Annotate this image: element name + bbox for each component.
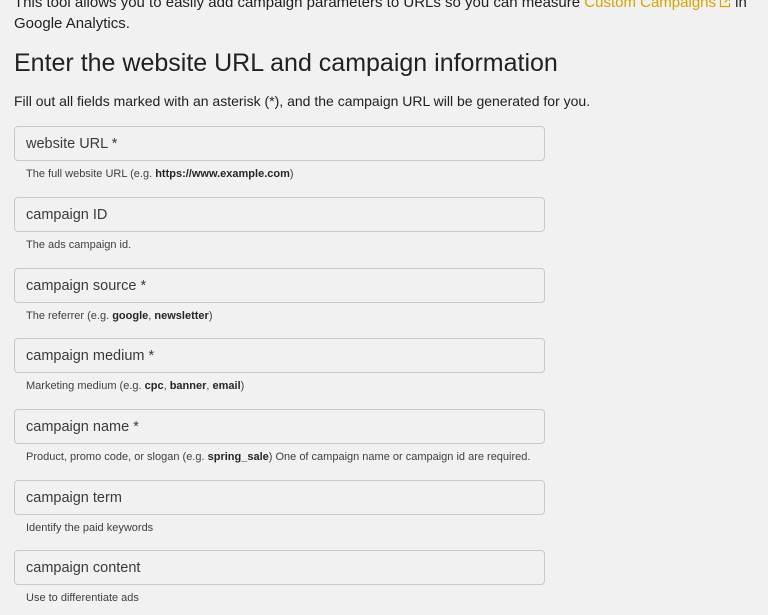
helper-text-part: The referrer (e.g. — [26, 310, 113, 322]
helper-text-part: ) — [208, 310, 213, 322]
form-instructions: Fill out all fields marked with an aster… — [14, 93, 591, 109]
helper-text-part: newsletter — [154, 310, 209, 322]
website-url-input[interactable]: website URL * — [14, 126, 545, 161]
campaign-id-helper-text: The ads campaign id. — [14, 237, 545, 253]
campaign-id-input[interactable]: campaign ID — [14, 197, 545, 232]
helper-text-part: google — [112, 310, 149, 322]
intro-text-before: This tool allows you to easily add campa… — [14, 0, 585, 11]
campaign-medium-label[interactable]: campaign medium * — [26, 348, 154, 364]
helper-text-part: Marketing medium (e.g. — [26, 380, 145, 392]
campaign-name-field-group: campaign name * Product, promo code, or s… — [14, 409, 545, 465]
external-link-icon[interactable] — [719, 0, 731, 8]
campaign-medium-helper-text: Marketing medium (e.g. cpc, banner, emai… — [14, 378, 545, 394]
helper-text-part: banner — [169, 380, 207, 392]
campaign-medium-input[interactable]: campaign medium * — [14, 338, 545, 373]
helper-text-part: The full website URL (e.g. — [26, 168, 156, 180]
campaign-source-helper-text: The referrer (e.g. google, newsletter) — [14, 308, 545, 324]
campaign-content-label[interactable]: campaign content — [26, 560, 140, 576]
website-url-label[interactable]: website URL * — [26, 136, 117, 152]
campaign-content-input[interactable]: campaign content — [14, 550, 545, 585]
helper-text-part: ) — [289, 168, 294, 180]
campaign-id-label[interactable]: campaign ID — [26, 207, 107, 223]
custom-campaigns-link-label[interactable]: Custom Campaigns — [584, 0, 716, 11]
page-title: Enter the website URL and campaign infor… — [14, 49, 558, 77]
campaign-term-label[interactable]: campaign term — [26, 490, 122, 506]
helper-text-part: The ads campaign id. — [26, 239, 132, 251]
helper-text-part: email — [212, 380, 241, 392]
website-url-helper-text: The full website URL (e.g. https://www.e… — [14, 166, 545, 182]
helper-text-part: ) One of campaign name or campaign id ar… — [268, 451, 531, 463]
campaign-name-label[interactable]: campaign name * — [26, 419, 139, 435]
campaign-source-input[interactable]: campaign source * — [14, 268, 545, 303]
campaign-source-label[interactable]: campaign source * — [26, 278, 146, 294]
campaign-medium-field-group: campaign medium * Marketing medium (e.g. … — [14, 338, 545, 394]
helper-text-part: ) — [240, 380, 245, 392]
campaign-content-field-group: campaign content Use to differentiate ads — [14, 550, 545, 606]
campaign-name-helper-text: Product, promo code, or slogan (e.g. spr… — [14, 449, 545, 465]
campaign-id-field-group: campaign ID The ads campaign id. — [14, 197, 545, 253]
campaign-content-helper-text: Use to differentiate ads — [14, 590, 545, 606]
campaign-name-input[interactable]: campaign name * — [14, 409, 545, 444]
campaign-source-field-group: campaign source * The referrer (e.g. goog… — [14, 268, 545, 324]
campaign-term-helper-text: Identify the paid keywords — [14, 520, 545, 536]
helper-text-part: Use to differentiate ads — [26, 592, 139, 604]
intro-text: This tool allows you to easily add campa… — [14, 0, 754, 34]
helper-text-part: spring_sale — [207, 451, 269, 463]
website-url-field-group: website URL * The full website URL (e.g. … — [14, 126, 545, 182]
campaign-term-field-group: campaign term Identify the paid keywords — [14, 480, 545, 536]
page: This tool allows you to easily add campa… — [0, 0, 768, 615]
helper-text-part: Identify the paid keywords — [26, 522, 154, 534]
campaign-term-input[interactable]: campaign term — [14, 480, 545, 515]
helper-text-part: https://www.example.com — [155, 168, 290, 180]
helper-text-part: Product, promo code, or slogan (e.g. — [26, 451, 208, 463]
helper-text-part: cpc — [144, 380, 164, 392]
custom-campaigns-link[interactable]: Custom Campaigns — [584, 0, 731, 11]
